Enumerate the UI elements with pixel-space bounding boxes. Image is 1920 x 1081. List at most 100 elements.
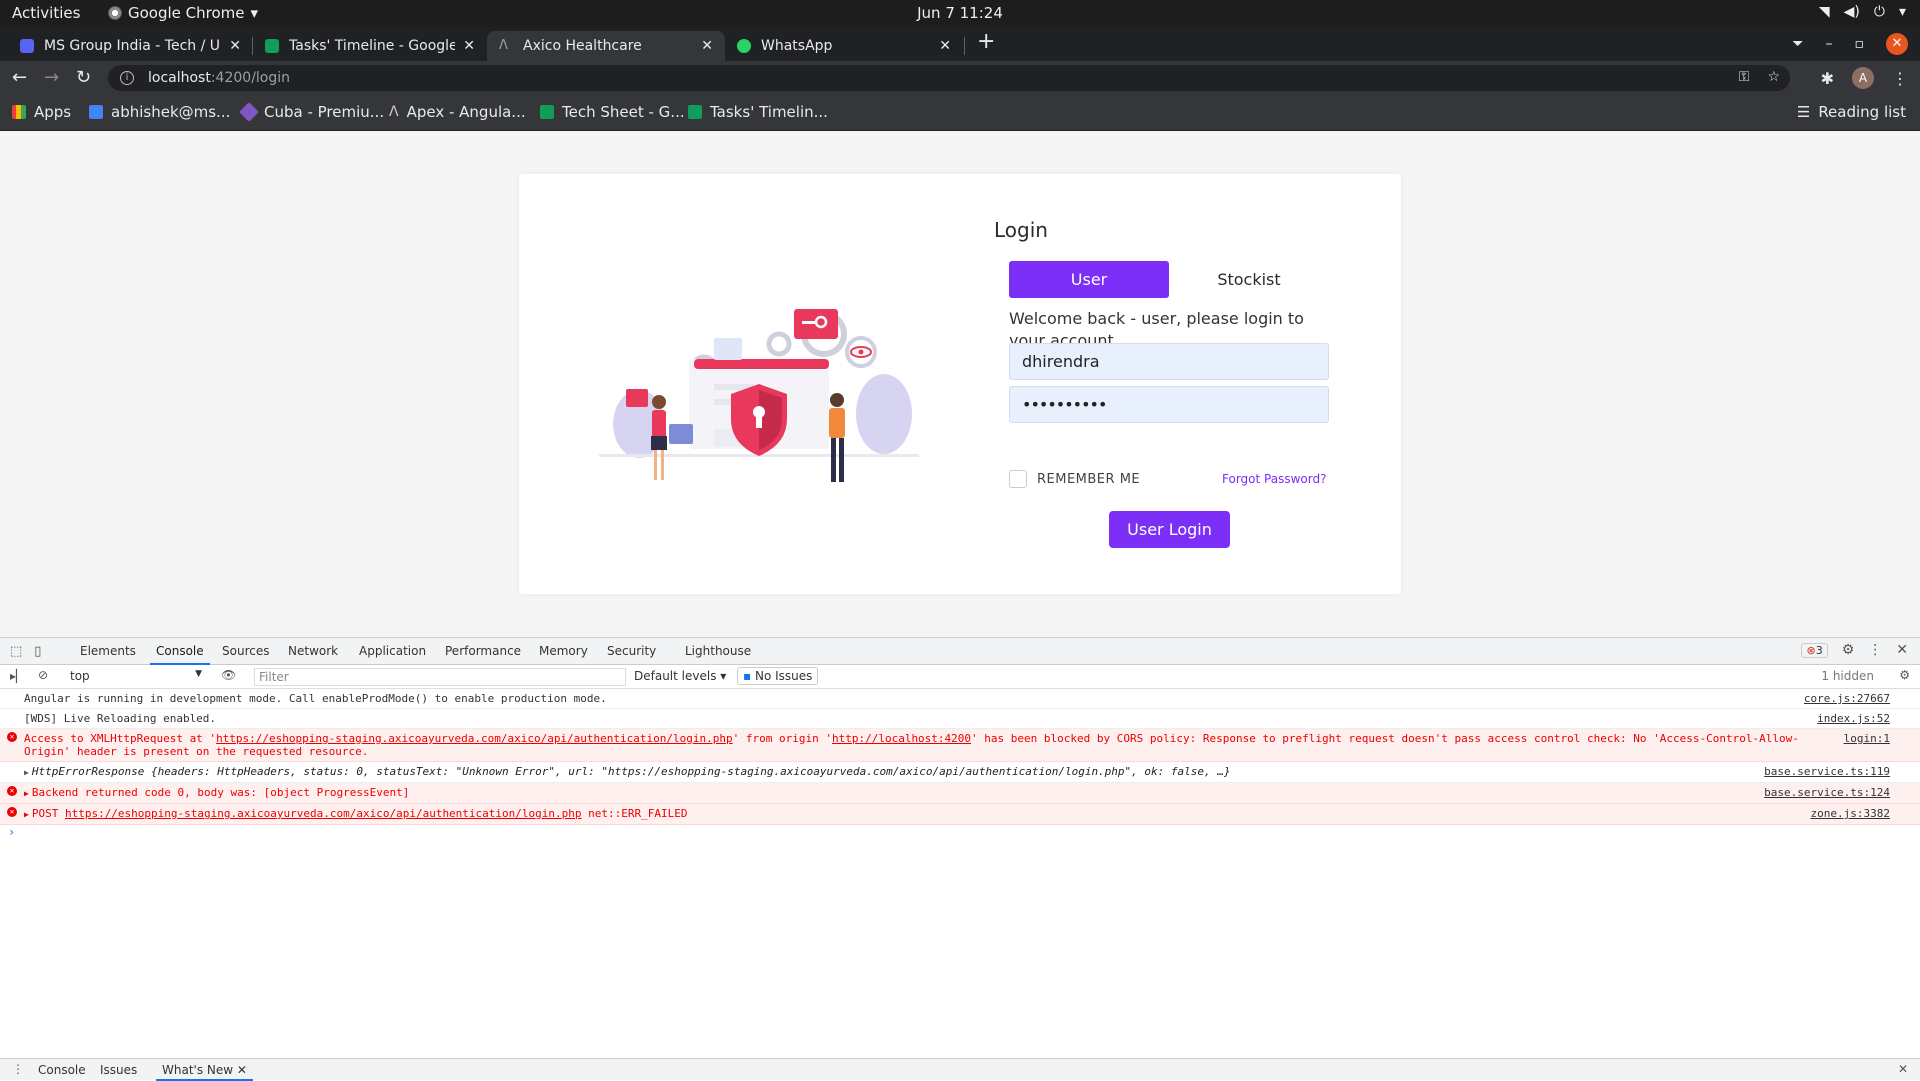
clock[interactable]: Jun 7 11:24 (0, 4, 1920, 22)
site-info-icon[interactable]: i (120, 71, 134, 85)
extensions-icon[interactable]: ✱ (1821, 69, 1834, 88)
bookmark-tech-sheet[interactable]: Tech Sheet - G... (540, 103, 685, 121)
live-expression-eye-icon[interactable]: 👁 (221, 668, 236, 682)
context-selector[interactable]: top ▼ (70, 669, 202, 683)
sheets-icon (688, 105, 702, 119)
close-icon[interactable]: ✕ (939, 38, 951, 54)
password-field[interactable]: •••••••••• (1009, 386, 1329, 423)
apex-logo-icon: Λ (499, 38, 508, 53)
devtools-tab-application[interactable]: Application (359, 644, 426, 658)
bookmark-cuba[interactable]: Cuba - Premiu... (239, 102, 384, 122)
console-message: [WDS] Live Reloading enabled. index.js:5… (0, 709, 1920, 729)
dropdown-arrow-icon: ▼ (195, 669, 202, 679)
error-count-badge[interactable]: ⊗3 (1801, 642, 1828, 658)
origin-link[interactable]: http://localhost:4200 (832, 732, 971, 745)
devtools-tab-security[interactable]: Security (607, 644, 656, 658)
console-filter-input[interactable]: Filter (254, 668, 626, 686)
tab-user[interactable]: User (1009, 261, 1169, 298)
window-close-button[interactable]: ✕ (1886, 33, 1908, 55)
expand-triangle-icon[interactable]: ▶ (24, 789, 29, 798)
drawer-tab-whats-new[interactable]: What's New ✕ (156, 1063, 253, 1081)
user-login-button[interactable]: User Login (1109, 511, 1230, 548)
expand-triangle-icon[interactable]: ▶ (24, 810, 29, 819)
tab-axico-healthcare[interactable]: Λ Axico Healthcare ✕ (487, 31, 725, 61)
clear-console-icon[interactable]: ⊘ (38, 668, 48, 682)
console-error[interactable]: ✕ ▶ Backend returned code 0, body was: [o… (0, 783, 1920, 804)
console-prompt-row[interactable]: › (0, 825, 1920, 843)
console-error[interactable]: ✕ ▶ POST https://eshopping-staging.axicoa… (0, 804, 1920, 825)
back-button[interactable]: ← (12, 67, 27, 88)
forward-button[interactable]: → (44, 67, 59, 88)
inspect-element-icon[interactable]: ⬚ (10, 644, 22, 659)
source-link[interactable]: base.service.ts:119 (1764, 765, 1890, 778)
console-settings-icon[interactable]: ⚙ (1899, 668, 1910, 682)
sidebar-toggle-icon[interactable]: ▸▏ (10, 669, 25, 683)
drawer-tab-console[interactable]: Console (38, 1063, 86, 1077)
drawer-tab-label: What's New (162, 1063, 234, 1077)
close-devtools-icon[interactable]: ✕ (1896, 642, 1908, 658)
menu-icon[interactable]: ⋮ (1892, 69, 1908, 88)
reload-button[interactable]: ↻ (76, 67, 91, 88)
remember-me-checkbox[interactable] (1009, 470, 1027, 488)
devtools-tab-sources[interactable]: Sources (222, 644, 269, 658)
bookmark-apex[interactable]: Λ Apex - Angula... (389, 103, 526, 121)
devtools-tab-network[interactable]: Network (288, 644, 338, 658)
close-icon[interactable]: ✕ (229, 38, 241, 54)
bookmark-apps[interactable]: Apps (12, 103, 71, 121)
device-toolbar-icon[interactable]: ▯ (34, 644, 41, 659)
address-bar[interactable]: i localhost:4200/login (108, 65, 1790, 91)
apex-logo-icon: Λ (389, 104, 399, 120)
close-icon[interactable]: ✕ (237, 1063, 247, 1077)
reading-list-button[interactable]: ☰ Reading list (1797, 103, 1906, 121)
source-link[interactable]: login:1 (1844, 732, 1890, 745)
source-link[interactable]: core.js:27667 (1804, 692, 1890, 705)
tab-whatsapp[interactable]: WhatsApp ✕ (725, 31, 963, 61)
minimize-button[interactable]: – (1826, 36, 1833, 52)
avatar[interactable]: A (1852, 67, 1874, 89)
issues-button[interactable]: ▪ No Issues (737, 667, 819, 685)
close-drawer-icon[interactable]: ✕ (1898, 1062, 1908, 1076)
tab-title: WhatsApp (761, 38, 833, 54)
drawer-menu-icon[interactable]: ⋮ (12, 1062, 24, 1076)
app-menu[interactable]: Google Chrome ▾ (108, 4, 258, 22)
tab-stockist[interactable]: Stockist (1169, 261, 1329, 298)
devtools-tab-console[interactable]: Console (150, 644, 210, 665)
bookmarks-bar: Apps abhishek@ms... Cuba - Premiu... Λ A… (0, 95, 1920, 131)
forgot-password-link[interactable]: Forgot Password? (1222, 472, 1326, 486)
settings-gear-icon[interactable]: ⚙ (1842, 642, 1855, 658)
new-tab-button[interactable]: + (977, 31, 995, 53)
devtools-tab-memory[interactable]: Memory (539, 644, 588, 658)
remember-me[interactable]: REMEMBER ME (1009, 470, 1140, 488)
devtools-tab-elements[interactable]: Elements (80, 644, 136, 658)
activities-button[interactable]: Activities (12, 4, 80, 22)
console-toolbar: ▸▏ ⊘ top ▼ 👁 Filter Default levels ▾ ▪ N… (0, 665, 1920, 689)
bookmark-gmail[interactable]: abhishek@ms... (89, 103, 230, 121)
more-options-icon[interactable]: ⋮ (1868, 642, 1882, 658)
devtools-drawer: ⋮ Console Issues What's New ✕ ✕ (0, 1058, 1920, 1081)
tab-tasks-timeline[interactable]: Tasks' Timeline - Google S ✕ (253, 31, 487, 61)
username-field[interactable]: dhirendra (1009, 343, 1329, 380)
system-tray[interactable]: ◥ ◀) ⏻ ▾ (1819, 4, 1906, 20)
tab-ms-group[interactable]: MS Group India - Tech / Ur ✕ (8, 31, 253, 61)
expand-triangle-icon[interactable]: ▶ (24, 768, 29, 777)
bookmark-star-icon[interactable]: ☆ (1767, 69, 1780, 85)
source-link[interactable]: zone.js:3382 (1811, 807, 1890, 820)
devtools-tab-performance[interactable]: Performance (445, 644, 521, 658)
key-icon[interactable]: ⚿ (1739, 69, 1750, 85)
close-icon[interactable]: ✕ (463, 38, 475, 54)
console-message[interactable]: ▶ HttpErrorResponse {headers: HttpHeaders… (0, 762, 1920, 783)
bookmark-tasks-timeline[interactable]: Tasks' Timelin... (688, 103, 828, 121)
close-icon[interactable]: ✕ (701, 38, 713, 54)
drawer-tab-issues[interactable]: Issues (100, 1063, 137, 1077)
request-url-link[interactable]: https://eshopping-staging.axicoayurveda.… (65, 807, 582, 820)
source-link[interactable]: base.service.ts:124 (1764, 786, 1890, 799)
devtools-tab-lighthouse[interactable]: Lighthouse (685, 644, 751, 658)
tab-title: MS Group India - Tech / Ur (44, 38, 222, 54)
request-url-link[interactable]: https://eshopping-staging.axicoayurveda.… (216, 732, 733, 745)
log-levels-dropdown[interactable]: Default levels ▾ (634, 669, 726, 683)
security-illustration (599, 309, 919, 482)
source-link[interactable]: index.js:52 (1817, 712, 1890, 725)
tab-search-icon[interactable]: ⏷ (1792, 36, 1803, 52)
maximize-button[interactable]: ▫ (1855, 36, 1865, 52)
console-prompt-icon: › (8, 825, 16, 839)
